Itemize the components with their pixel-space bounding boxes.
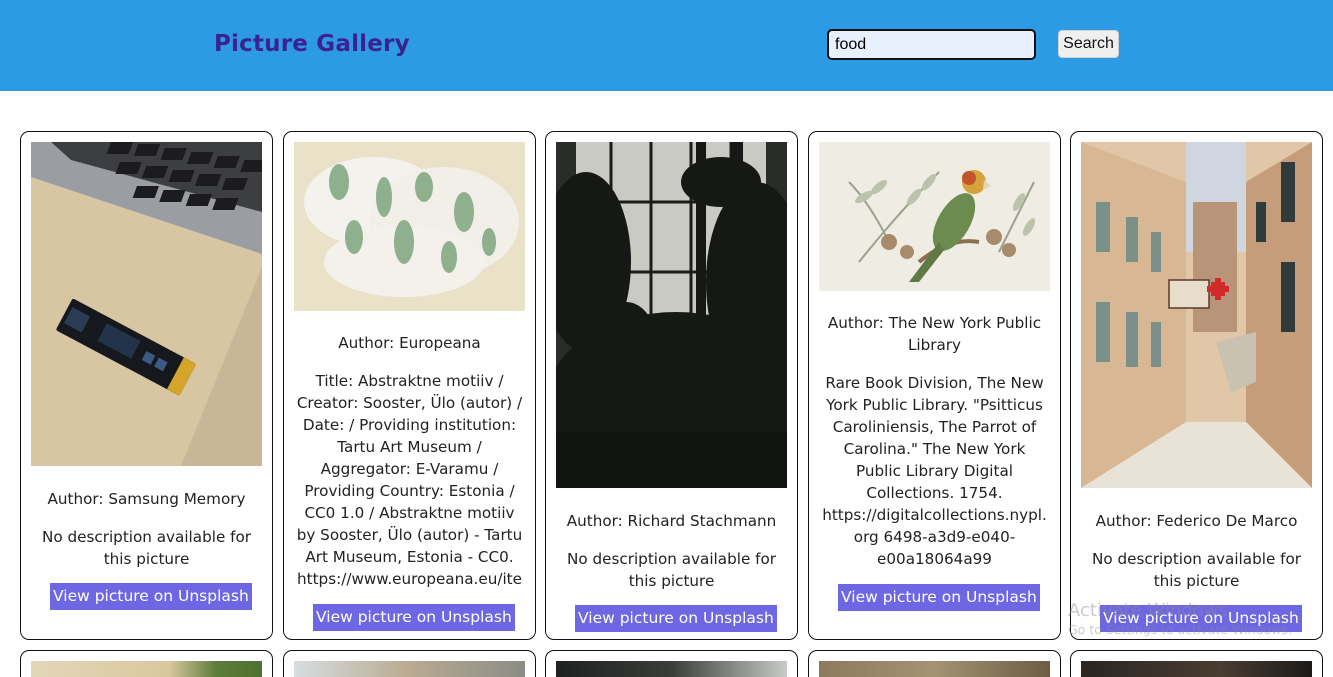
gallery-card — [1070, 650, 1323, 677]
card-author: Author: Samsung Memory — [47, 490, 246, 508]
photo-thumbnail[interactable] — [819, 661, 1050, 677]
view-on-unsplash-link[interactable]: View picture on Unsplash — [313, 604, 515, 631]
card-author: Author: Europeana — [338, 334, 481, 352]
gallery-card: Author: Richard Stachmann No description… — [545, 131, 798, 640]
search-input[interactable] — [827, 29, 1036, 60]
photo-greenhouse-plants[interactable] — [556, 142, 787, 488]
gallery-card: Author: Europeana Title: Abstraktne moti… — [283, 131, 536, 640]
card-author: Author: Federico De Marco — [1095, 512, 1298, 530]
photo-ssd-laptop[interactable] — [31, 142, 262, 466]
photo-thumbnail[interactable] — [556, 661, 787, 677]
card-description: Title: Abstraktne motiiv / Creator: Soos… — [296, 372, 523, 588]
card-author: Author: Richard Stachmann — [566, 512, 777, 530]
photo-abstract-motif[interactable] — [294, 142, 525, 311]
view-on-unsplash-link[interactable]: View picture on Unsplash — [50, 583, 252, 610]
card-description: No description available for this pictur… — [566, 550, 776, 590]
view-on-unsplash-link[interactable]: View picture on Unsplash — [1100, 605, 1302, 632]
photo-thumbnail[interactable] — [31, 661, 262, 677]
photo-narrow-street[interactable] — [1081, 142, 1312, 488]
photo-thumbnail[interactable] — [1081, 661, 1312, 677]
gallery-card — [20, 650, 273, 677]
photo-thumbnail[interactable] — [294, 661, 525, 677]
gallery-card: Author: Federico De Marco No description… — [1070, 131, 1323, 640]
page-title: Picture Gallery — [214, 31, 410, 57]
card-author: Author: The New York Public Library — [827, 314, 1042, 354]
gallery-card: Author: The New York Public Library Rare… — [808, 131, 1061, 640]
card-description: Rare Book Division, The New York Public … — [822, 374, 1047, 568]
photo-carolina-parrot[interactable] — [819, 142, 1050, 291]
view-on-unsplash-link[interactable]: View picture on Unsplash — [838, 584, 1040, 611]
gallery-card: Author: Samsung Memory No description av… — [20, 131, 273, 640]
search-button[interactable]: Search — [1058, 30, 1119, 58]
gallery-card — [283, 650, 536, 677]
card-description: No description available for this pictur… — [41, 528, 251, 568]
gallery-card — [808, 650, 1061, 677]
view-on-unsplash-link[interactable]: View picture on Unsplash — [575, 605, 777, 632]
card-description: No description available for this pictur… — [1091, 550, 1301, 590]
gallery-card — [545, 650, 798, 677]
header-bar: Picture Gallery Search — [0, 0, 1333, 91]
